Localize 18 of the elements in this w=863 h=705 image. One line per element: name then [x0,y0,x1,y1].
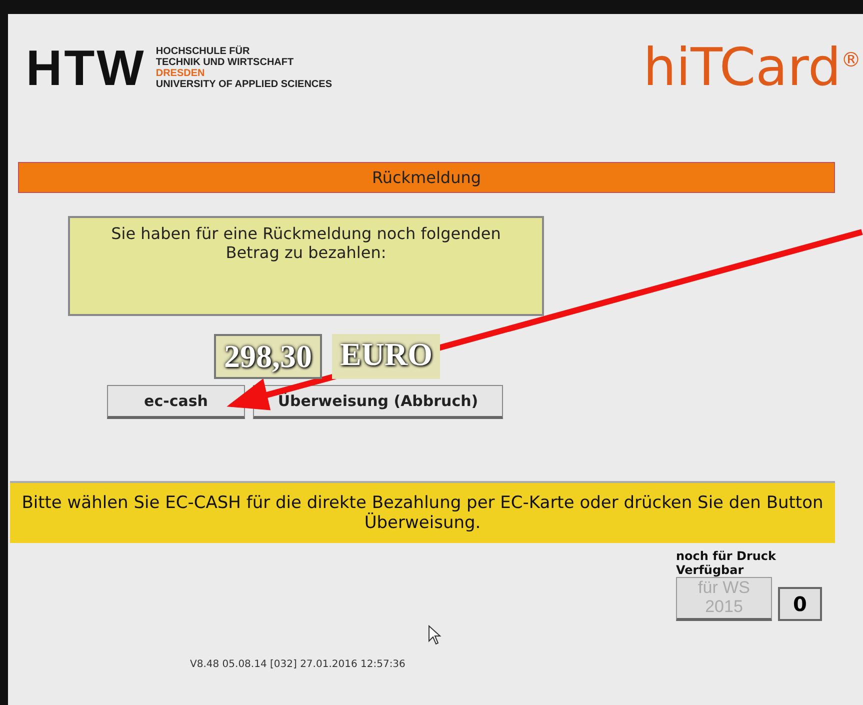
print-label: Verfügbar [676,563,745,577]
version-text: V8.48 05.08.14 [032] 27.01.2016 12:57:36 [190,659,406,670]
notice-bar: Bitte wählen Sie EC-CASH für die direkte Bezahlung per EC-Karte oder drücken Sie den Button Überweisung. [10,481,835,543]
logo-text: UNIVERSITY OF APPLIED SCIENCES [156,79,332,90]
print-label: noch für Druck [676,549,776,563]
logo-text: HOCHSCHULE FÜR [156,46,251,57]
payment-button[interactable]: Überweisung (Abbruch) [253,385,503,419]
amount-field: 298,30 [214,334,322,379]
brand-logo: hiTCard$^{®}$ [643,42,861,94]
currency-field: EURO [332,334,440,379]
message-box: Sie haben für eine Rückmeldung noch folgenden Betrag zu bezahlen: [68,216,544,316]
mouse-pointer-icon [428,625,442,645]
logo-mark: HTW [26,43,146,93]
logo-text: DRESDEN [156,68,206,79]
count-field: 0 [778,587,822,621]
payment-button[interactable]: ec-cash [107,385,245,419]
header-bar: Rückmeldung [18,162,835,193]
logo-text: TECHNIK UND WIRTSCHAFT [156,57,295,68]
